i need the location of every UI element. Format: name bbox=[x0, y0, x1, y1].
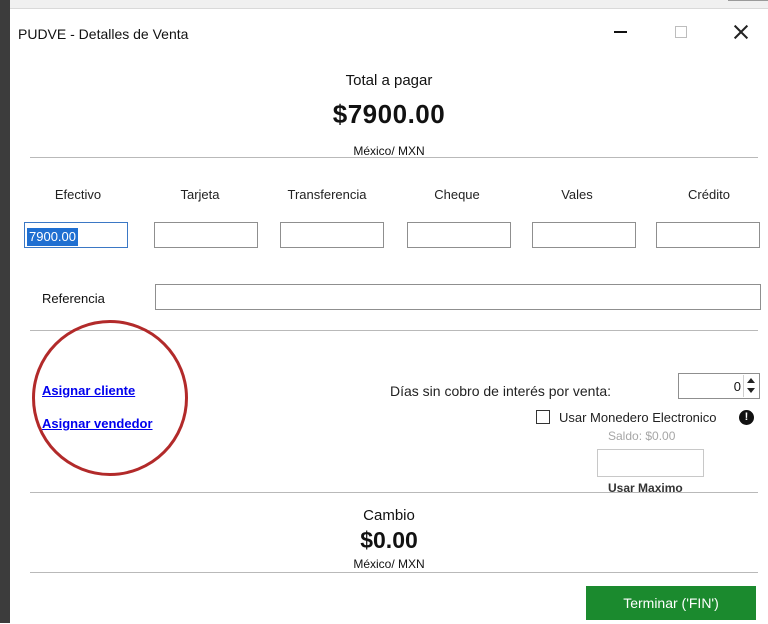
check-input[interactable] bbox=[407, 222, 511, 248]
total-currency: México/ MXN bbox=[353, 144, 425, 158]
wallet-amount-input[interactable] bbox=[597, 449, 704, 477]
assign-client-link[interactable]: Asignar cliente bbox=[42, 383, 135, 398]
finish-button[interactable]: Terminar ('FIN') bbox=[586, 586, 756, 620]
credit-input[interactable] bbox=[656, 222, 760, 248]
window-left-border bbox=[0, 0, 10, 623]
card-input[interactable] bbox=[154, 222, 258, 248]
interest-free-days-stepper[interactable]: 0 bbox=[678, 373, 760, 399]
transfer-input[interactable] bbox=[280, 222, 384, 248]
total-label: Total a pagar bbox=[345, 72, 433, 89]
payment-label-vouchers: Vales bbox=[561, 187, 593, 202]
vouchers-input[interactable] bbox=[532, 222, 636, 248]
assign-seller-link[interactable]: Asignar vendedor bbox=[42, 416, 153, 431]
sale-details-window: PUDVE - Detalles de Venta Total a pagar … bbox=[10, 8, 768, 624]
cash-input-value: 7900.00 bbox=[27, 228, 78, 246]
divider-lower bbox=[30, 492, 758, 493]
change-label: Cambio bbox=[363, 507, 415, 524]
maximize-button[interactable] bbox=[658, 17, 704, 47]
divider-top bbox=[30, 157, 758, 158]
payment-label-transfer: Transferencia bbox=[287, 187, 367, 202]
wallet-balance: Saldo: $0.00 bbox=[608, 429, 676, 443]
close-button[interactable] bbox=[718, 17, 764, 47]
divider-bottom bbox=[30, 572, 758, 573]
wallet-checkbox-label[interactable]: Usar Monedero Electronico bbox=[559, 410, 717, 425]
change-currency: México/ MXN bbox=[353, 557, 425, 571]
title-bar: PUDVE - Detalles de Venta bbox=[10, 9, 768, 53]
highlight-circle-annotation bbox=[32, 320, 188, 476]
minimize-icon bbox=[613, 31, 627, 33]
total-amount: $7900.00 bbox=[332, 99, 446, 129]
window-top-edge bbox=[0, 0, 768, 8]
interest-free-days-value: 0 bbox=[733, 379, 741, 394]
stepper-arrows bbox=[743, 375, 758, 397]
stepper-down-icon[interactable] bbox=[744, 386, 758, 397]
wallet-checkbox[interactable] bbox=[536, 410, 550, 424]
payment-label-card: Tarjeta bbox=[180, 187, 220, 202]
payment-label-check: Cheque bbox=[434, 187, 480, 202]
close-icon bbox=[733, 24, 749, 40]
reference-input[interactable] bbox=[155, 284, 761, 310]
window-top-edge-line bbox=[728, 0, 768, 1]
window-title: PUDVE - Detalles de Venta bbox=[18, 26, 189, 42]
reference-label: Referencia bbox=[42, 291, 105, 306]
minimize-button[interactable] bbox=[597, 17, 643, 47]
maximize-icon bbox=[675, 26, 687, 38]
payment-label-cash: Efectivo bbox=[54, 187, 102, 202]
payment-label-credit: Crédito bbox=[688, 187, 730, 202]
change-amount: $0.00 bbox=[360, 527, 418, 553]
info-icon[interactable]: ! bbox=[739, 410, 754, 425]
stepper-up-icon[interactable] bbox=[744, 375, 758, 386]
interest-free-days-label: Días sin cobro de interés por venta: bbox=[390, 383, 612, 399]
